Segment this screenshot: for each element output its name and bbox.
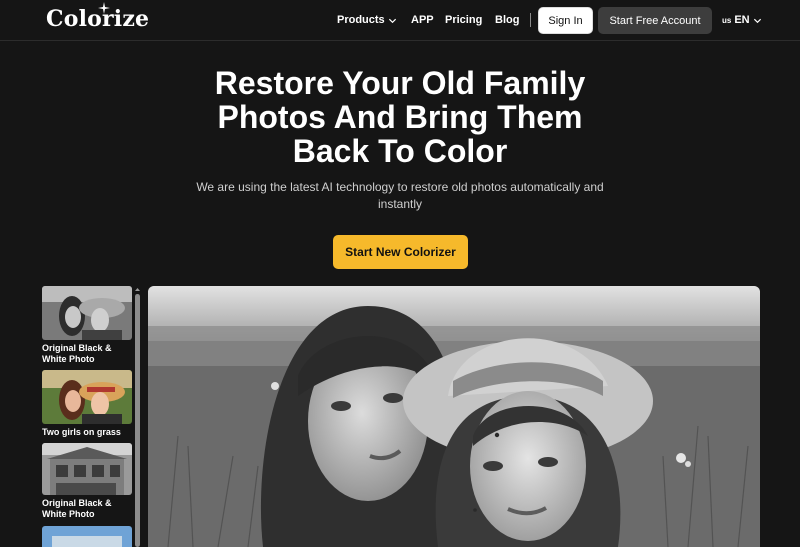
nav-pricing-label: Pricing	[445, 14, 483, 26]
hero-title-line: Photos And Bring Them	[217, 99, 583, 135]
hero-subtitle-line: We are using the latest AI technology to…	[196, 180, 604, 194]
logo[interactable]: Colorize	[46, 2, 149, 34]
thumbnail-item[interactable]: Original Black & White Photo	[42, 286, 132, 365]
top-navigation: Colorize Products APP Pricing Blog Sign …	[0, 0, 800, 41]
sparkle-icon	[98, 2, 110, 14]
thumbnail-caption-line: Original Black &	[42, 343, 112, 353]
nav-products-label: Products	[337, 14, 385, 26]
chevron-down-icon	[388, 18, 396, 23]
language-selector[interactable]: us EN	[722, 0, 762, 40]
thumbnail-caption: Two girls on grass	[42, 427, 132, 438]
nav-products[interactable]: Products	[337, 0, 397, 40]
thumbnail-image	[42, 443, 132, 495]
thumbnail-caption-line: Original Black &	[42, 498, 112, 508]
thumbnail-caption-line: White Photo	[42, 509, 95, 519]
nav-app[interactable]: APP	[411, 0, 434, 40]
thumbnail-item[interactable]: Original Black & White Photo	[42, 443, 132, 520]
preview-photo-image	[148, 286, 760, 547]
sample-thumbnail-list: Original Black & White Photo Two girls o…	[42, 286, 134, 547]
nav-divider	[530, 13, 531, 27]
thumbnail-item[interactable]	[42, 526, 132, 547]
hero-subtitle-line: instantly	[377, 197, 423, 211]
scroll-up-arrow-icon[interactable]	[134, 286, 141, 293]
hero-subtitle: We are using the latest AI technology to…	[180, 179, 620, 213]
nav-pricing[interactable]: Pricing	[445, 0, 482, 40]
thumbnail-image	[42, 526, 132, 547]
thumbnail-caption: Original Black & White Photo	[42, 343, 132, 365]
preview-photo	[148, 286, 760, 547]
thumbnail-image	[42, 370, 132, 424]
hero-title-line: Restore Your Old Family	[214, 65, 586, 101]
thumbnail-caption-line: White Photo	[42, 354, 95, 364]
flag-icon: us	[722, 15, 732, 25]
thumbnail-caption: Original Black & White Photo	[42, 498, 132, 520]
scrollbar-thumb[interactable]	[135, 294, 140, 547]
chevron-down-icon	[753, 18, 761, 23]
hero-title-line: Back To Color	[292, 133, 508, 169]
language-code: EN	[734, 14, 750, 26]
thumbnail-image	[42, 286, 132, 340]
nav-blog-label: Blog	[495, 14, 520, 26]
hero-title: Restore Your Old Family Photos And Bring…	[150, 66, 650, 168]
nav-blog[interactable]: Blog	[495, 0, 519, 40]
start-free-account-button[interactable]: Start Free Account	[598, 7, 712, 34]
thumbnail-caption-line: Two girls on grass	[42, 427, 121, 437]
thumbnail-item[interactable]: Two girls on grass	[42, 370, 132, 438]
thumbnail-scrollbar[interactable]	[134, 286, 141, 547]
start-new-colorizer-button[interactable]: Start New Colorizer	[333, 235, 468, 269]
nav-app-label: APP	[411, 14, 434, 26]
sign-in-button[interactable]: Sign In	[538, 7, 593, 34]
